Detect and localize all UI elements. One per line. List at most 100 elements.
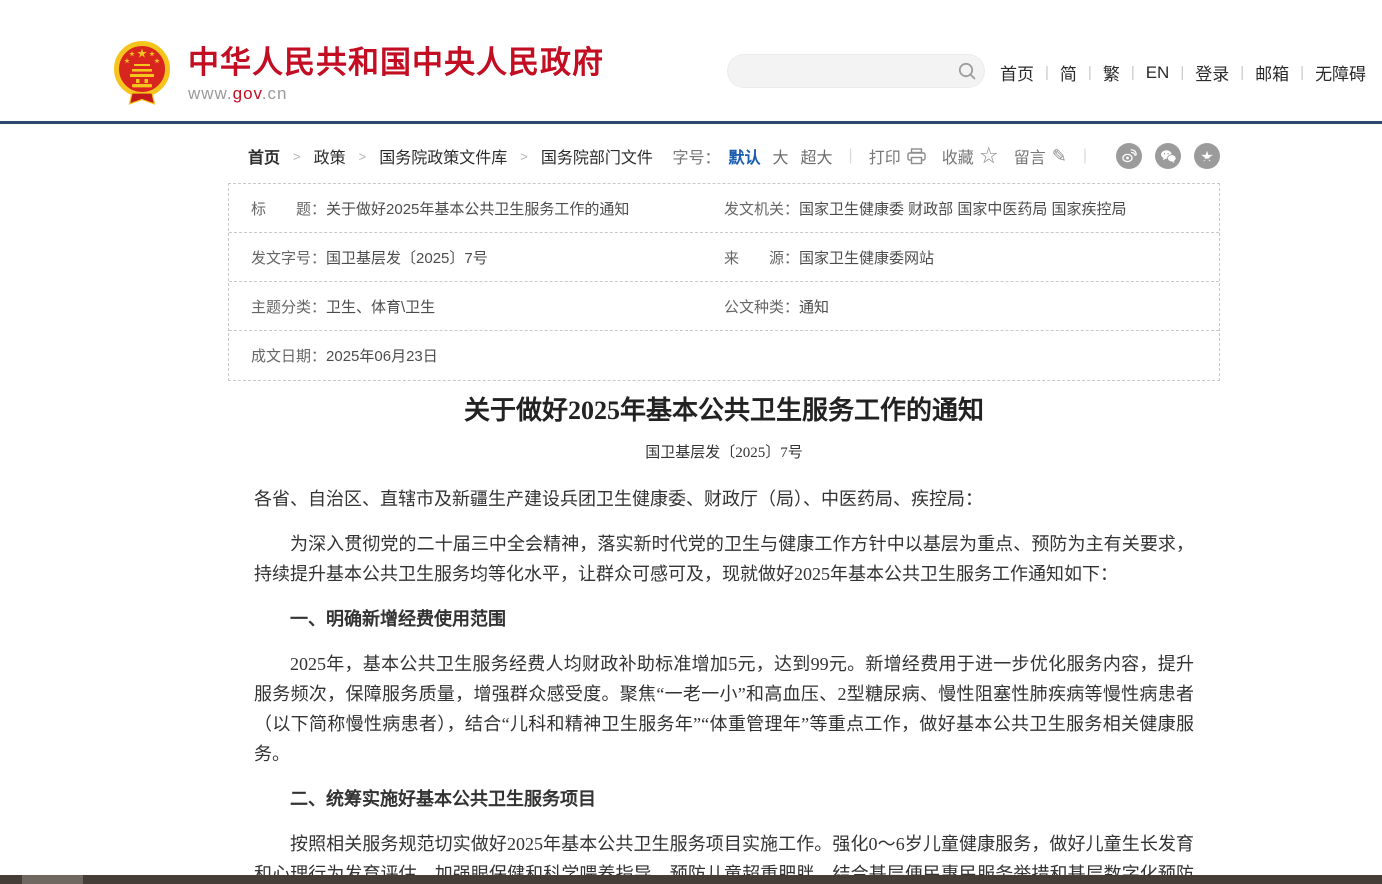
document-tools: 字号： 默认 大 超大 | 打印 收藏 ☆ 留言 ✎ |	[672, 143, 1220, 169]
meta-category-label: 主题分类：	[251, 296, 326, 317]
meta-docnumber-value: 国卫基层发〔2025〕7号	[326, 247, 488, 268]
top-nav: 首页| 简| 繁| EN| 登录| 邮箱| 无障碍	[1000, 60, 1366, 85]
font-size-label: 字号：	[672, 144, 720, 168]
site-title: 中华人民共和国中央人民政府	[188, 46, 604, 80]
meta-title-label: 标 题：	[251, 198, 326, 219]
pencil-icon: ✎	[1052, 147, 1067, 165]
meta-source-cell: 来 源： 国家卫生健康委网站	[724, 247, 1219, 268]
meta-category-cell: 主题分类： 卫生、体育\卫生	[229, 296, 724, 317]
print-button[interactable]: 打印	[869, 144, 926, 168]
favorite-label: 收藏	[942, 144, 974, 168]
share-wechat-button[interactable]	[1155, 143, 1181, 169]
article: 关于做好2025年基本公共卫生服务工作的通知 国卫基层发〔2025〕7号 各省、…	[228, 392, 1220, 884]
print-label: 打印	[869, 144, 901, 168]
comment-button[interactable]: 留言 ✎	[1014, 144, 1067, 168]
article-section2-heading: 二、统筹实施好基本公共卫生服务项目	[254, 784, 1194, 814]
nav-separator: |	[1120, 64, 1146, 81]
svg-text:★: ★	[124, 58, 130, 65]
meta-title-cell: 标 题： 关于做好2025年基本公共卫生服务工作的通知	[229, 198, 724, 219]
nav-mailbox[interactable]: 邮箱	[1255, 60, 1289, 85]
nav-separator: |	[1034, 64, 1060, 81]
meta-category-value: 卫生、体育\卫生	[326, 296, 435, 317]
nav-separator: |	[1289, 64, 1315, 81]
national-emblem-icon: ★ ★ ★ ★ ★	[110, 40, 174, 108]
site-url: www.gov.cn	[188, 84, 604, 104]
search-input[interactable]	[728, 56, 950, 86]
nav-separator: |	[1077, 64, 1103, 81]
font-size-xlarge[interactable]: 超大	[801, 144, 833, 168]
svg-text:★: ★	[129, 51, 135, 58]
meta-issuer-cell: 发文机关： 国家卫生健康委 财政部 国家中医药局 国家疾控局	[724, 198, 1219, 219]
toolbar-divider: |	[1067, 147, 1103, 165]
breadcrumb-policy-library[interactable]: 国务院政策文件库	[379, 144, 507, 168]
gov-cn-page: ★ ★ ★ ★ ★ 中华人民共和国中央人民政府 www.gov.cn	[0, 0, 1382, 884]
meta-date-cell: 成文日期： 2025年06月23日	[229, 345, 724, 366]
horizontal-scrollbar-thumb[interactable]	[22, 875, 83, 884]
breadcrumb: 首页 > 政策 > 国务院政策文件库 > 国务院部门文件	[228, 144, 653, 168]
nav-traditional[interactable]: 繁	[1103, 60, 1120, 85]
breadcrumb-home[interactable]: 首页	[248, 144, 280, 168]
search-box	[727, 54, 985, 88]
article-title: 关于做好2025年基本公共卫生服务工作的通知	[228, 394, 1220, 428]
share-favorites-button[interactable]: ★	[1194, 143, 1220, 169]
meta-issuer-label: 发文机关：	[724, 198, 799, 219]
site-logo[interactable]: ★ ★ ★ ★ ★ 中华人民共和国中央人民政府 www.gov.cn	[110, 40, 604, 108]
svg-text:★: ★	[149, 51, 155, 58]
meta-date-value: 2025年06月23日	[326, 345, 438, 366]
nav-home[interactable]: 首页	[1000, 60, 1034, 85]
site-header: ★ ★ ★ ★ ★ 中华人民共和国中央人民政府 www.gov.cn	[0, 0, 1382, 124]
toolbar-row: 首页 > 政策 > 国务院政策文件库 > 国务院部门文件 字号： 默认 大 超大…	[228, 140, 1220, 172]
search-button[interactable]	[950, 54, 984, 88]
breadcrumb-separator: >	[280, 149, 314, 164]
meta-docnumber-cell: 发文字号： 国卫基层发〔2025〕7号	[229, 247, 724, 268]
meta-date-label: 成文日期：	[251, 345, 326, 366]
svg-text:★: ★	[154, 58, 160, 65]
article-intro-paragraph: 为深入贯彻党的二十届三中全会精神，落实新时代党的卫生与健康工作方针中以基层为重点…	[254, 529, 1194, 589]
meta-doctype-cell: 公文种类： 通知	[724, 296, 1219, 317]
breadcrumb-separator: >	[346, 149, 380, 164]
weibo-icon	[1121, 148, 1137, 164]
article-section1-paragraph: 2025年，基本公共卫生服务经费人均财政补助标准增加5元，达到99元。新增经费用…	[254, 649, 1194, 769]
meta-docnumber-label: 发文字号：	[251, 247, 326, 268]
article-section1-heading: 一、明确新增经费使用范围	[254, 604, 1194, 634]
star-icon: ☆	[980, 147, 998, 165]
horizontal-scrollbar-track[interactable]	[0, 875, 1382, 884]
nav-accessibility[interactable]: 无障碍	[1315, 60, 1366, 85]
nav-separator: |	[1229, 64, 1255, 81]
search-icon	[957, 61, 977, 81]
font-size-large[interactable]: 大	[773, 144, 789, 168]
meta-row: 发文字号： 国卫基层发〔2025〕7号 来 源： 国家卫生健康委网站	[229, 233, 1219, 282]
favorite-button[interactable]: 收藏 ☆	[942, 144, 998, 168]
meta-source-label: 来 源：	[724, 247, 799, 268]
meta-doctype-label: 公文种类：	[724, 296, 799, 317]
meta-row: 成文日期： 2025年06月23日	[229, 331, 1219, 380]
site-url-www: www.	[188, 84, 233, 103]
printer-icon	[907, 148, 926, 165]
svg-text:★: ★	[1201, 150, 1213, 164]
nav-login[interactable]: 登录	[1195, 60, 1229, 85]
svg-text:★: ★	[137, 49, 147, 60]
breadcrumb-department-docs[interactable]: 国务院部门文件	[541, 144, 653, 168]
document-meta-table: 标 题： 关于做好2025年基本公共卫生服务工作的通知 发文机关： 国家卫生健康…	[228, 183, 1220, 381]
site-name-block: 中华人民共和国中央人民政府 www.gov.cn	[188, 40, 604, 104]
meta-title-value: 关于做好2025年基本公共卫生服务工作的通知	[326, 198, 629, 219]
share-star-icon: ★	[1199, 148, 1215, 164]
share-weibo-button[interactable]	[1116, 143, 1142, 169]
breadcrumb-policy[interactable]: 政策	[314, 144, 346, 168]
site-url-gov: gov	[233, 84, 262, 103]
meta-doctype-value: 通知	[799, 296, 829, 317]
article-salutation: 各省、自治区、直辖市及新疆生产建设兵团卫生健康委、财政厅（局）、中医药局、疾控局…	[254, 484, 1194, 514]
meta-issuer-value: 国家卫生健康委 财政部 国家中医药局 国家疾控局	[799, 198, 1127, 219]
breadcrumb-separator: >	[507, 149, 541, 164]
font-size-default[interactable]: 默认	[729, 144, 761, 168]
article-body: 各省、自治区、直辖市及新疆生产建设兵团卫生健康委、财政厅（局）、中医药局、疾控局…	[228, 484, 1220, 884]
nav-english[interactable]: EN	[1146, 63, 1170, 83]
toolbar-divider: |	[833, 147, 869, 165]
meta-source-value: 国家卫生健康委网站	[799, 247, 934, 268]
nav-simplified[interactable]: 简	[1060, 60, 1077, 85]
site-url-cn: .cn	[262, 84, 288, 103]
comment-label: 留言	[1014, 144, 1046, 168]
wechat-icon	[1160, 149, 1177, 164]
nav-separator: |	[1169, 64, 1195, 81]
article-doc-number: 国卫基层发〔2025〕7号	[228, 441, 1220, 462]
